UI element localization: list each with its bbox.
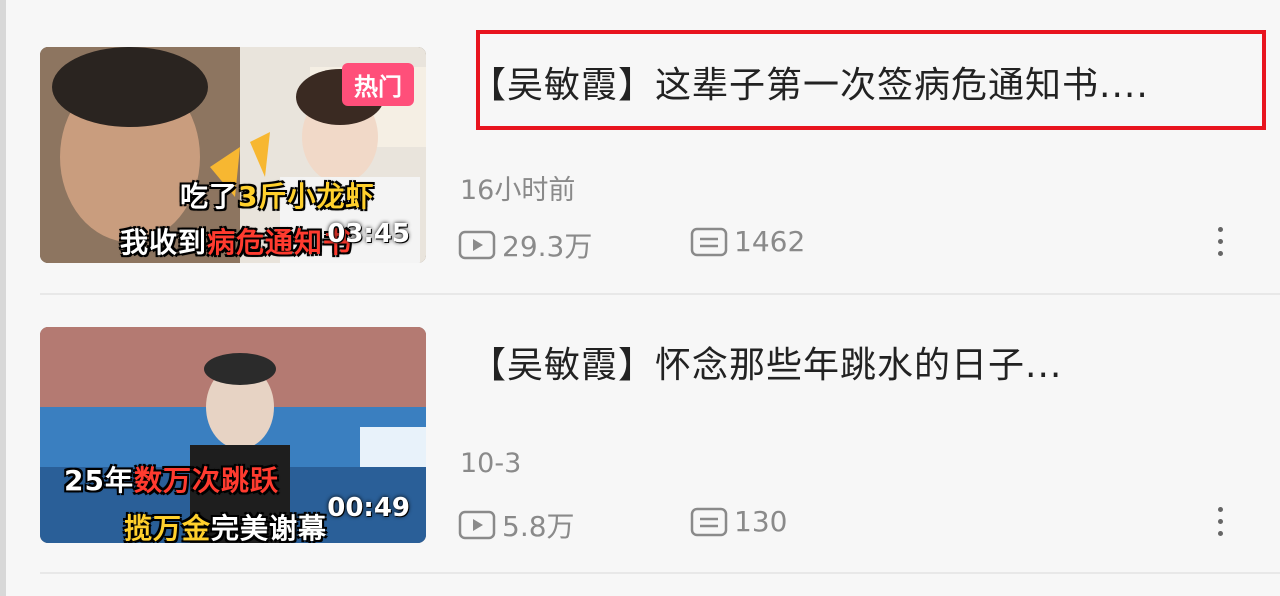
- play-count-icon: [458, 230, 496, 260]
- comment-count-icon: [690, 227, 728, 256]
- view-count-text: 29.3万: [502, 230, 593, 263]
- title-highlight-box: [476, 30, 1266, 130]
- view-count: 29.3万: [458, 225, 592, 265]
- comment-count: 1462: [690, 225, 805, 258]
- video-duration: 03:45: [327, 219, 410, 249]
- list-divider: [40, 572, 1280, 574]
- thumbnail-caption-1: 25年数万次跳跃: [64, 459, 279, 499]
- video-date: 16小时前: [460, 175, 576, 206]
- thumbnail-caption-1: 吃了3斤小龙虾: [180, 175, 375, 215]
- caption-text: 数万次跳跃: [133, 464, 279, 497]
- caption-text: 3斤: [238, 180, 288, 213]
- video-thumbnail[interactable]: 热门 吃了3斤小龙虾 我收到病危通知书 03:45: [40, 47, 426, 263]
- view-count-text: 5.8万: [502, 510, 575, 543]
- hot-badge: 热门: [342, 63, 414, 106]
- comment-count-text: 1462: [734, 225, 806, 258]
- caption-text: 吃了: [180, 180, 239, 213]
- video-card[interactable]: 25年数万次跳跃 揽万金完美谢幕 00:49 【吴敏霞】怀念那些年跳水的日子..…: [0, 296, 1280, 586]
- video-card[interactable]: 热门 吃了3斤小龙虾 我收到病危通知书 03:45 【吴敏霞】这辈子第一次签病危…: [0, 0, 1280, 294]
- comment-count-icon: [690, 507, 728, 536]
- comment-count: 130: [690, 505, 787, 538]
- video-date: 10-3: [460, 448, 522, 479]
- caption-text: 25年: [64, 464, 134, 497]
- thumbnail-caption-2: 揽万金完美谢幕: [124, 507, 327, 543]
- list-divider: [40, 293, 1280, 295]
- more-vertical-icon[interactable]: [1214, 507, 1228, 543]
- video-duration: 00:49: [327, 493, 410, 523]
- video-title[interactable]: 【吴敏霞】怀念那些年跳水的日子...: [470, 336, 1062, 388]
- thumbnail-caption-2: 我收到病危通知书: [120, 221, 352, 261]
- more-vertical-icon[interactable]: [1214, 227, 1228, 263]
- caption-text: 揽万金: [124, 512, 212, 543]
- play-count-icon: [458, 510, 496, 540]
- video-thumbnail[interactable]: 25年数万次跳跃 揽万金完美谢幕 00:49: [40, 327, 426, 543]
- comment-count-text: 130: [734, 505, 788, 538]
- view-count: 5.8万: [458, 505, 575, 545]
- caption-text: 小龙虾: [287, 180, 375, 213]
- caption-text: 完美谢幕: [211, 512, 328, 543]
- caption-text: 我收到: [120, 226, 208, 259]
